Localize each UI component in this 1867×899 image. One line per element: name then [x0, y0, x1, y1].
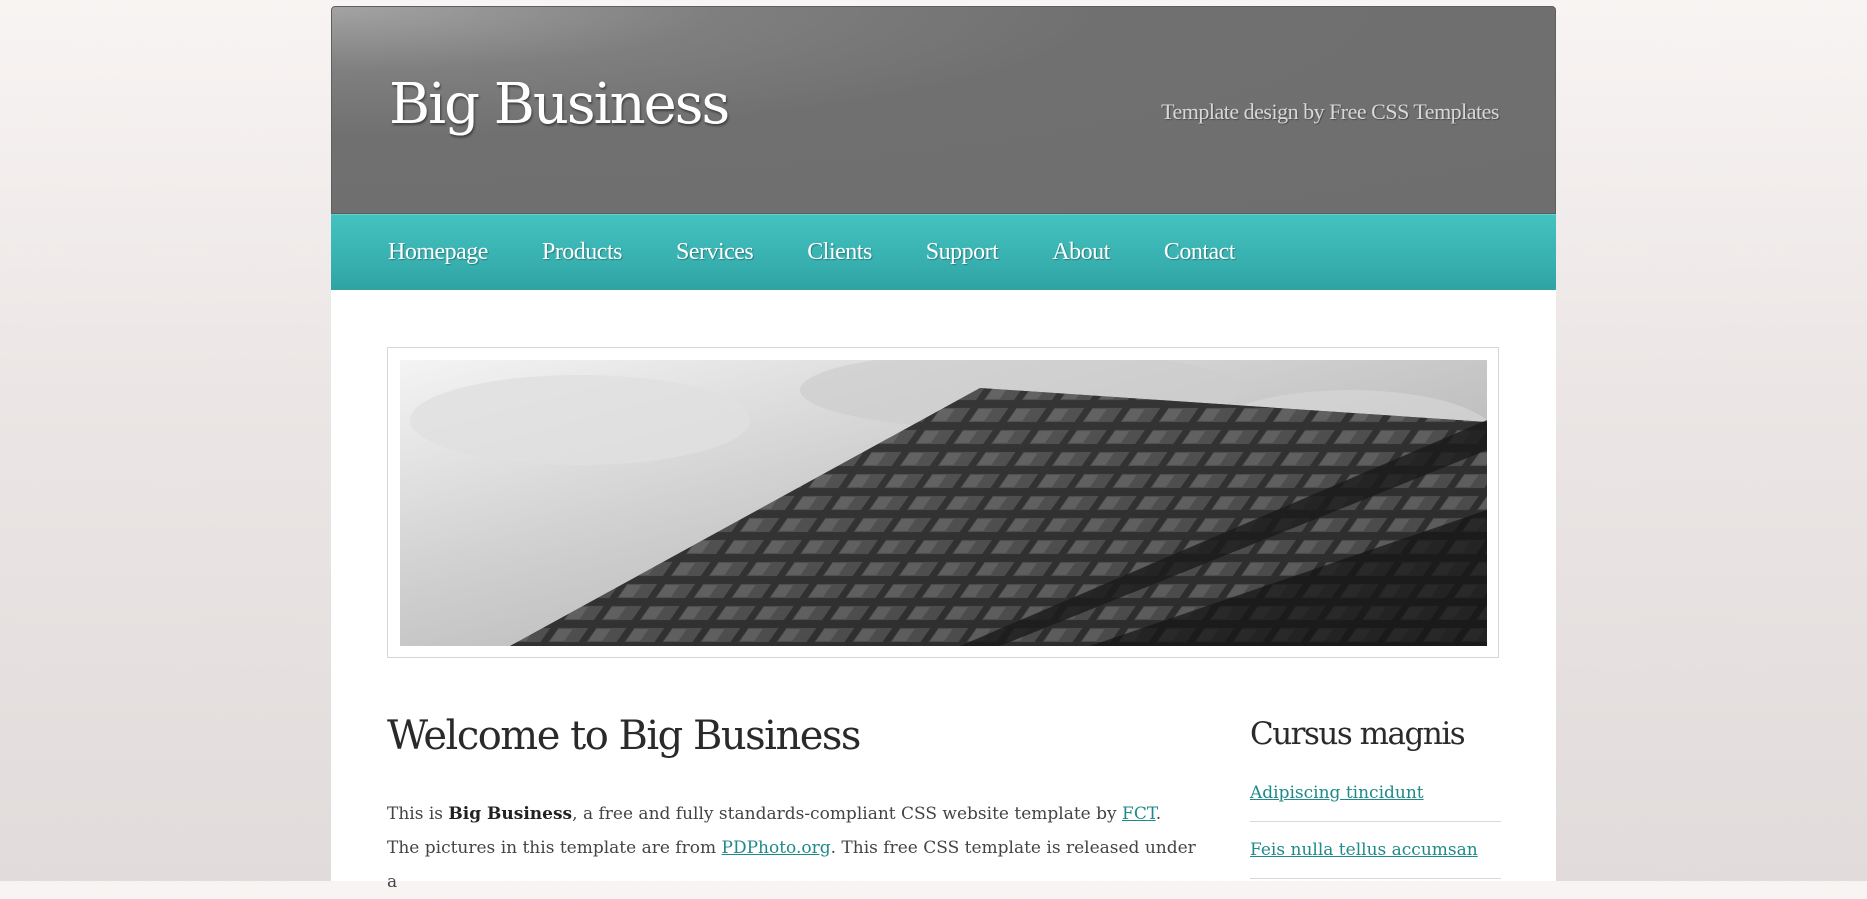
- sidebar-list-item: Feis nulla tellus accumsan: [1250, 840, 1501, 880]
- menu-item-support[interactable]: Support: [926, 239, 999, 265]
- sidebar: Cursus magnis Adipiscing tincidunt Feis …: [1250, 716, 1501, 897]
- banner-image: [400, 360, 1487, 646]
- banner-frame: [387, 347, 1499, 658]
- sidebar-title: Cursus magnis: [1250, 716, 1466, 752]
- sidebar-link-feis[interactable]: Feis nulla tellus accumsan: [1250, 840, 1478, 860]
- building-illustration: [400, 360, 1487, 646]
- menu-item-products[interactable]: Products: [542, 239, 623, 265]
- content-title: Welcome to Big Business: [387, 713, 861, 759]
- menu-item-contact[interactable]: Contact: [1164, 239, 1236, 265]
- page-wrapper: Big Business Template design by Free CSS…: [331, 6, 1556, 892]
- intro-paragraph: This is Big Business, a free and fully s…: [387, 797, 1197, 899]
- fct-link[interactable]: FCT: [1122, 804, 1156, 824]
- site-tagline: Template design by Free CSS Templates: [1161, 99, 1499, 124]
- intro-text-1: This is: [387, 804, 449, 824]
- site-logo[interactable]: Big Business: [389, 77, 730, 133]
- sidebar-link-adipiscing[interactable]: Adipiscing tincidunt: [1250, 783, 1424, 803]
- sidebar-link-list: Adipiscing tincidunt Feis nulla tellus a…: [1250, 783, 1501, 880]
- menu-item-services[interactable]: Services: [676, 239, 754, 265]
- sidebar-list-item: Adipiscing tincidunt: [1250, 783, 1501, 823]
- menu-item-clients[interactable]: Clients: [807, 239, 872, 265]
- pdphoto-link[interactable]: PDPhoto.org: [722, 838, 831, 858]
- site-header: Big Business Template design by Free CSS…: [331, 6, 1556, 214]
- intro-bold-name: Big Business: [448, 804, 573, 824]
- main-menu: Homepage Products Services Clients Suppo…: [331, 214, 1556, 290]
- intro-text-2: , a free and fully standards-compliant C…: [572, 804, 1123, 824]
- main-content: Welcome to Big Business This is Big Busi…: [387, 713, 1196, 899]
- menu-item-about[interactable]: About: [1052, 239, 1110, 265]
- menu-item-homepage[interactable]: Homepage: [388, 239, 488, 265]
